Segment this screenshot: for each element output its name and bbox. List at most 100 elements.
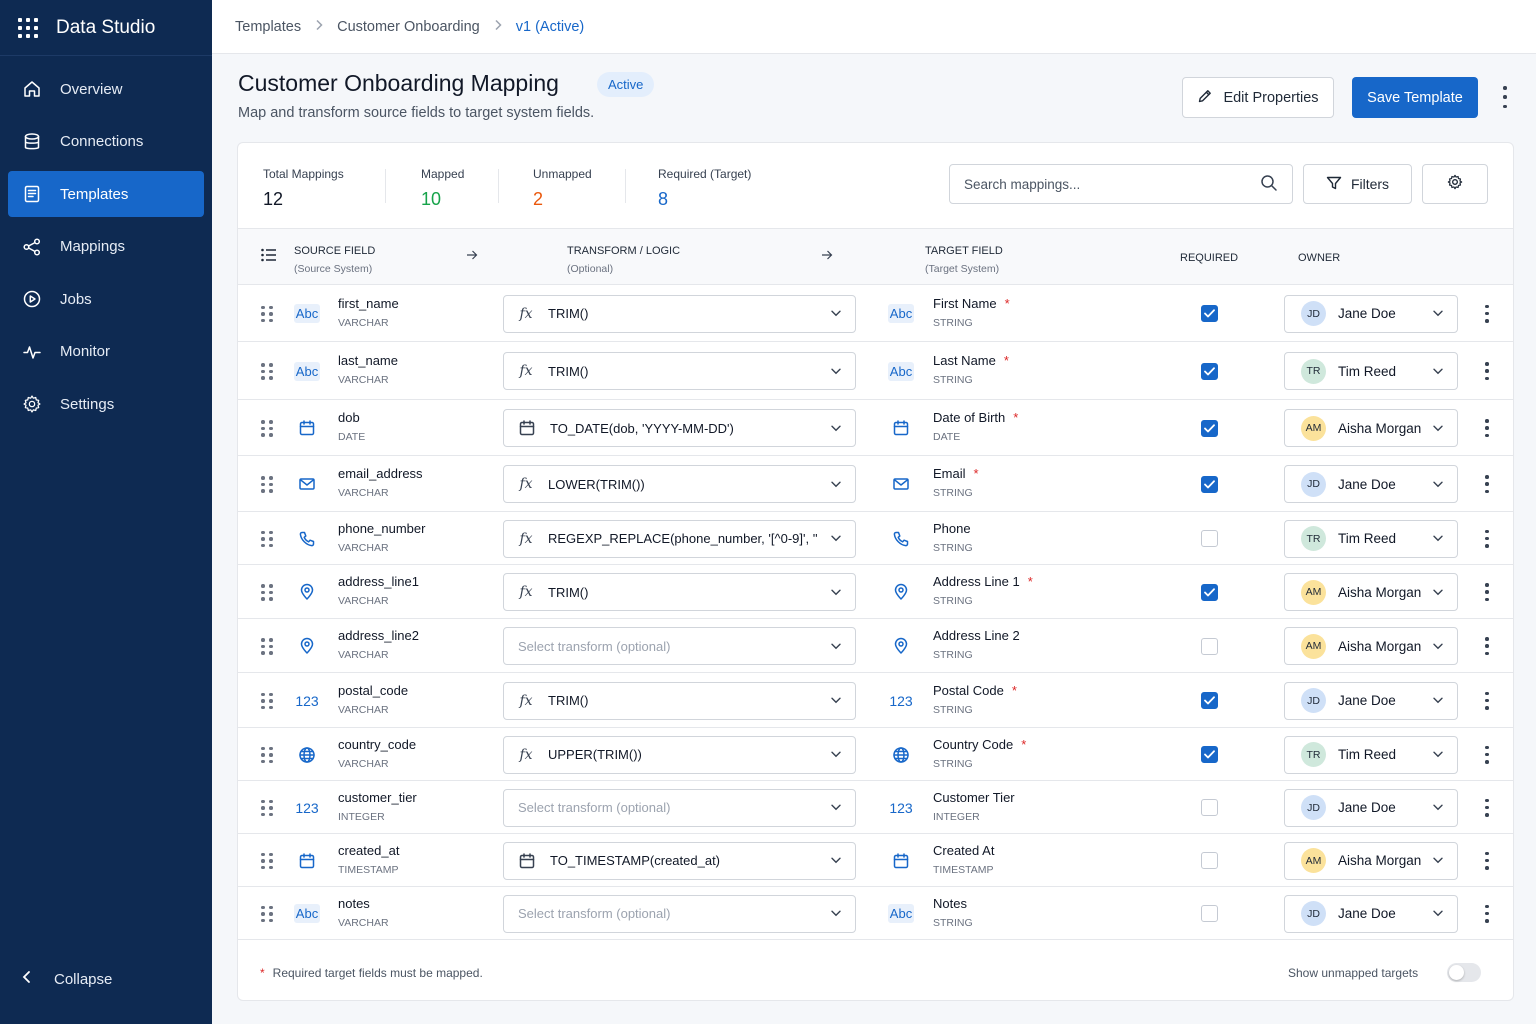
source-field-type: DATE (338, 431, 366, 443)
owner-select[interactable]: JD Jane Doe (1284, 681, 1458, 720)
row-more-icon[interactable] (1484, 362, 1490, 380)
status-badge: Active (597, 72, 655, 97)
transform-select[interactable]: fx TRIM() (503, 573, 856, 611)
more-options-icon[interactable] (1496, 86, 1514, 108)
sidebar-item-templates[interactable]: Templates (8, 171, 204, 217)
collapse-button[interactable]: Collapse (8, 956, 112, 1002)
row-more-icon[interactable] (1484, 691, 1490, 710)
breadcrumb-item-templates[interactable]: Templates (235, 19, 301, 35)
target-field: Notes STRING (933, 896, 973, 929)
breadcrumb-item-current-version[interactable]: v1 (Active) (516, 19, 585, 35)
transform-select[interactable]: fx LOWER(TRIM()) (503, 465, 856, 503)
show-unmapped-toggle[interactable] (1447, 963, 1481, 982)
drag-handle-icon[interactable] (261, 746, 273, 763)
drag-handle-icon[interactable] (261, 420, 273, 437)
required-checkbox[interactable] (1201, 530, 1218, 547)
drag-handle-icon[interactable] (261, 852, 273, 869)
required-checkbox[interactable] (1201, 583, 1218, 601)
chevron-down-icon (1433, 909, 1443, 919)
function-icon: fx (519, 584, 533, 600)
row-more-icon[interactable] (1484, 798, 1490, 817)
required-checkbox[interactable] (1201, 746, 1218, 763)
column-owner: OWNER (1298, 252, 1341, 264)
row-more-icon[interactable] (1484, 529, 1490, 548)
app-grid-icon[interactable] (18, 17, 38, 38)
drag-handle-icon[interactable] (261, 638, 273, 655)
row-more-icon[interactable] (1484, 583, 1490, 601)
filters-button[interactable]: Filters (1303, 164, 1412, 204)
arrow-right-icon (821, 249, 833, 267)
target-field-name: Notes (933, 895, 967, 911)
owner-select[interactable]: TR Tim Reed (1284, 352, 1458, 390)
list-icon[interactable] (261, 248, 277, 268)
drag-handle-icon[interactable] (261, 363, 273, 380)
transform-select[interactable]: Select transform (optional) (503, 894, 856, 933)
sidebar-item-connections[interactable]: Connections (8, 119, 204, 165)
target-field-type: STRING (933, 703, 973, 716)
search-input[interactable]: Search mappings... (949, 164, 1293, 204)
function-icon: fx (519, 530, 533, 547)
drag-handle-icon[interactable] (261, 692, 273, 709)
sidebar-item-monitor[interactable]: Monitor (8, 329, 204, 375)
required-checkbox[interactable] (1201, 305, 1218, 322)
owner-select[interactable]: AM Aisha Morgan (1284, 841, 1458, 880)
sidebar-item-jobs[interactable]: Jobs (8, 276, 204, 322)
sidebar-item-overview[interactable]: Overview (8, 66, 204, 112)
target-field-name-row: Last Name * (933, 353, 1009, 368)
owner-select[interactable]: JD Jane Doe (1284, 465, 1458, 503)
drag-handle-icon[interactable] (261, 476, 273, 493)
owner-select[interactable]: AM Aisha Morgan (1284, 409, 1458, 447)
drag-handle-icon[interactable] (261, 584, 273, 601)
transform-select[interactable]: TO_TIMESTAMP(created_at) (503, 841, 856, 880)
drag-handle-icon[interactable] (261, 530, 273, 547)
row-more-icon[interactable] (1484, 304, 1490, 323)
breadcrumb-item-customer-onboarding[interactable]: Customer Onboarding (337, 19, 480, 35)
required-checkbox[interactable] (1201, 419, 1218, 437)
sidebar-item-settings[interactable]: Settings (8, 381, 204, 427)
sidebar-item-label: Jobs (60, 290, 92, 308)
drag-handle-icon[interactable] (261, 305, 273, 322)
owner-select[interactable]: JD Jane Doe (1284, 894, 1458, 933)
owner-select[interactable]: JD Jane Doe (1284, 788, 1458, 827)
owner-select[interactable]: AM Aisha Morgan (1284, 627, 1458, 665)
owner-select[interactable]: JD Jane Doe (1284, 294, 1458, 333)
row-more-icon[interactable] (1484, 851, 1490, 870)
transform-select[interactable]: fx TRIM() (503, 681, 856, 720)
row-more-icon[interactable] (1484, 745, 1490, 764)
transform-select[interactable]: fx REGEXP_REPLACE(phone_number, '[^0-9]',… (503, 519, 856, 558)
transform-select[interactable]: fx TRIM() (503, 294, 856, 333)
row-more-icon[interactable] (1484, 904, 1490, 923)
required-checkbox[interactable] (1201, 475, 1218, 493)
transform-select[interactable]: Select transform (optional) (503, 788, 856, 827)
row-more-icon[interactable] (1484, 419, 1490, 437)
target-field-type: DATE (933, 431, 961, 443)
transform-value: Select transform (optional) (518, 906, 671, 921)
sidebar-item-mappings[interactable]: Mappings (8, 224, 204, 270)
drag-handle-icon[interactable] (261, 799, 273, 816)
save-template-button[interactable]: Save Template (1352, 77, 1478, 118)
row-more-icon[interactable] (1484, 475, 1490, 493)
required-asterisk: * (1011, 682, 1017, 698)
target-field-name: Postal Code (933, 682, 1004, 698)
owner-name: Tim Reed (1338, 531, 1397, 546)
transform-select[interactable]: TO_DATE(dob, 'YYYY-MM-DD') (503, 409, 856, 447)
drag-handle-icon[interactable] (261, 905, 273, 922)
chevron-down-icon (1433, 696, 1443, 706)
stat-label: Required (Target) (658, 167, 752, 181)
required-checkbox[interactable] (1201, 637, 1218, 655)
owner-select[interactable]: AM Aisha Morgan (1284, 573, 1458, 611)
owner-select[interactable]: TR Tim Reed (1284, 735, 1458, 774)
required-checkbox[interactable] (1201, 692, 1218, 709)
required-checkbox[interactable] (1201, 362, 1218, 380)
required-checkbox[interactable] (1201, 852, 1218, 869)
table-settings-button[interactable] (1422, 164, 1488, 204)
transform-select[interactable]: fx UPPER(TRIM()) (503, 735, 856, 774)
required-checkbox[interactable] (1201, 799, 1218, 816)
owner-select[interactable]: TR Tim Reed (1284, 519, 1458, 558)
transform-select[interactable]: Select transform (optional) (503, 627, 856, 665)
transform-select[interactable]: fx TRIM() (503, 352, 856, 390)
required-checkbox[interactable] (1201, 905, 1218, 922)
chevron-down-icon (831, 587, 841, 597)
row-more-icon[interactable] (1484, 637, 1490, 655)
edit-properties-button[interactable]: Edit Properties (1182, 77, 1334, 118)
